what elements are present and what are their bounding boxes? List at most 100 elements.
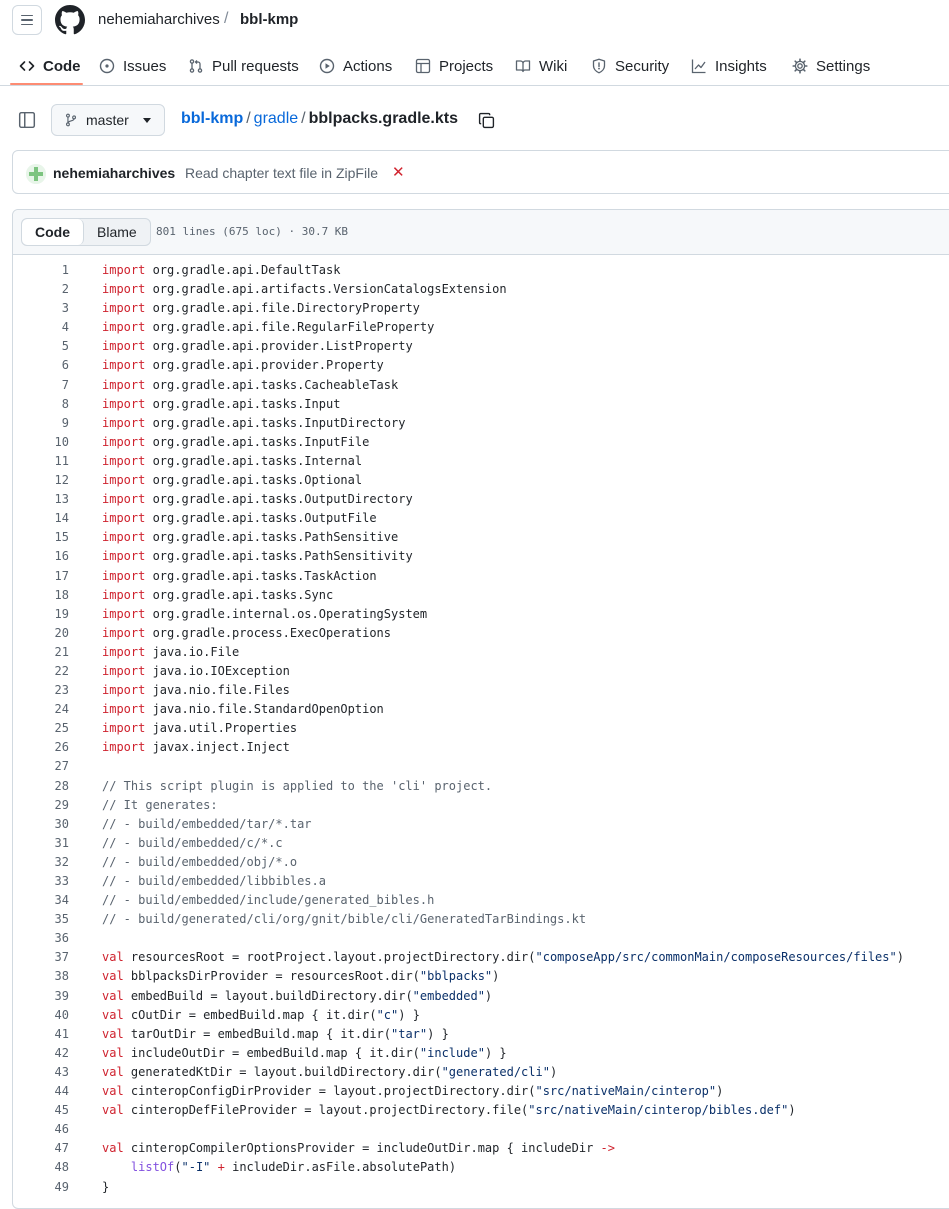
line-number[interactable]: 27 bbox=[13, 757, 69, 776]
line-number[interactable]: 43 bbox=[13, 1063, 69, 1082]
code-line: 14 import org.gradle.api.tasks.OutputFile bbox=[13, 509, 949, 528]
line-number[interactable]: 19 bbox=[13, 605, 69, 624]
line-content: import org.gradle.api.DefaultTask bbox=[102, 263, 341, 277]
tab-projects[interactable]: Projects bbox=[415, 46, 493, 86]
line-number[interactable]: 37 bbox=[13, 948, 69, 967]
line-content: listOf("-I" + includeDir.asFile.absolute… bbox=[130, 1160, 457, 1175]
tab-label: Code bbox=[43, 57, 81, 75]
line-number[interactable]: 29 bbox=[13, 796, 69, 815]
line-number[interactable]: 1 bbox=[13, 261, 69, 280]
avatar[interactable] bbox=[26, 164, 46, 184]
line-number[interactable]: 39 bbox=[13, 987, 69, 1006]
code-line: 43 val generatedKtDir = layout.buildDirec… bbox=[13, 1063, 949, 1082]
tab-code[interactable]: Code bbox=[19, 46, 81, 86]
line-number[interactable]: 15 bbox=[13, 528, 69, 547]
tab-pull-requests[interactable]: Pull requests bbox=[188, 46, 299, 86]
tab-insights[interactable]: Insights bbox=[691, 46, 767, 86]
line-number[interactable]: 33 bbox=[13, 872, 69, 891]
sidebar-expand-icon[interactable] bbox=[18, 111, 36, 129]
code-line: 13 import org.gradle.api.tasks.OutputDire… bbox=[13, 490, 949, 509]
line-content: val tarOutDir = embedBuild.map { it.dir(… bbox=[102, 1026, 449, 1041]
owner-link[interactable]: nehemiaharchives bbox=[98, 11, 220, 28]
line-number[interactable]: 45 bbox=[13, 1101, 69, 1120]
line-number[interactable]: 30 bbox=[13, 815, 69, 834]
path-separator: / bbox=[224, 10, 229, 27]
code-line: 19 import org.gradle.internal.os.Operatin… bbox=[13, 605, 949, 624]
line-number[interactable]: 17 bbox=[13, 567, 69, 586]
tab-label: Security bbox=[615, 57, 670, 75]
code-line: 31 // - build/embedded/c/*.c bbox=[13, 834, 949, 853]
tab-settings[interactable]: Settings bbox=[792, 46, 870, 86]
line-content: import org.gradle.internal.os.OperatingS… bbox=[102, 606, 428, 621]
line-number[interactable]: 25 bbox=[13, 719, 69, 738]
line-number[interactable]: 46 bbox=[13, 1120, 69, 1139]
line-number[interactable]: 14 bbox=[13, 509, 69, 528]
tab-actions[interactable]: Actions bbox=[319, 46, 392, 86]
tab-security[interactable]: Security bbox=[591, 46, 669, 86]
git-branch-icon bbox=[65, 113, 77, 127]
code-line: 44 val cinteropConfigDirProvider = layout… bbox=[13, 1082, 949, 1101]
line-number[interactable]: 3 bbox=[13, 299, 69, 318]
line-number[interactable]: 42 bbox=[13, 1044, 69, 1063]
line-number[interactable]: 11 bbox=[13, 452, 69, 471]
line-number[interactable]: 21 bbox=[13, 643, 69, 662]
line-number[interactable]: 18 bbox=[13, 586, 69, 605]
code-line: 34 // - build/embedded/include/generated_… bbox=[13, 891, 949, 910]
line-number[interactable]: 13 bbox=[13, 490, 69, 509]
line-number[interactable]: 26 bbox=[13, 738, 69, 757]
line-content: import org.gradle.api.file.RegularFilePr… bbox=[102, 320, 435, 335]
line-number[interactable]: 8 bbox=[13, 395, 69, 414]
line-number[interactable]: 47 bbox=[13, 1139, 69, 1158]
code-line: 49} bbox=[13, 1178, 949, 1197]
line-number[interactable]: 35 bbox=[13, 910, 69, 929]
code-listing[interactable]: 1 import org.gradle.api.DefaultTask 2 impor… bbox=[13, 261, 949, 1197]
line-number[interactable]: 31 bbox=[13, 834, 69, 853]
line-number[interactable]: 12 bbox=[13, 471, 69, 490]
line-number[interactable]: 16 bbox=[13, 547, 69, 566]
line-number[interactable]: 49 bbox=[13, 1178, 69, 1197]
line-content: // - build/embedded/obj/*.o bbox=[102, 854, 298, 869]
line-number[interactable]: 44 bbox=[13, 1082, 69, 1101]
line-number[interactable]: 38 bbox=[13, 967, 69, 986]
menu-button[interactable] bbox=[12, 5, 42, 35]
book-icon bbox=[515, 60, 531, 73]
line-number[interactable]: 6 bbox=[13, 356, 69, 375]
tab-label: Projects bbox=[439, 57, 494, 75]
github-logo-icon[interactable] bbox=[55, 5, 85, 35]
line-number[interactable]: 36 bbox=[13, 929, 69, 948]
line-number[interactable]: 10 bbox=[13, 433, 69, 452]
line-number[interactable]: 20 bbox=[13, 624, 69, 643]
line-number[interactable]: 5 bbox=[13, 337, 69, 356]
commit-status-failed-icon[interactable]: ✕ bbox=[392, 163, 405, 181]
line-number[interactable]: 7 bbox=[13, 376, 69, 395]
line-number[interactable]: 22 bbox=[13, 662, 69, 681]
line-number[interactable]: 28 bbox=[13, 777, 69, 796]
commit-author-link[interactable]: nehemiaharchives bbox=[53, 165, 175, 181]
code-view-button[interactable]: Code bbox=[22, 219, 84, 245]
line-number[interactable]: 32 bbox=[13, 853, 69, 872]
repo-name-link[interactable]: bbl-kmp bbox=[240, 11, 298, 28]
tab-label: Issues bbox=[123, 57, 167, 75]
line-number[interactable]: 40 bbox=[13, 1006, 69, 1025]
breadcrumb-repo-link[interactable]: bbl-kmp bbox=[181, 110, 243, 127]
git-pull-request-icon bbox=[189, 59, 203, 73]
tab-issues[interactable]: Issues bbox=[99, 46, 166, 86]
code-line: 8 import org.gradle.api.tasks.Input bbox=[13, 395, 949, 414]
line-number[interactable]: 24 bbox=[13, 700, 69, 719]
line-number[interactable]: 9 bbox=[13, 414, 69, 433]
line-number[interactable]: 48 bbox=[13, 1158, 69, 1177]
commit-message-link[interactable]: Read chapter text file in ZipFile bbox=[185, 165, 378, 181]
line-number[interactable]: 4 bbox=[13, 318, 69, 337]
branch-selector-button[interactable]: master bbox=[51, 104, 165, 136]
line-number[interactable]: 2 bbox=[13, 280, 69, 299]
code-line: 25 import java.util.Properties bbox=[13, 719, 949, 738]
code-line: 35 // - build/generated/cli/org/gnit/bibl… bbox=[13, 910, 949, 929]
line-number[interactable]: 34 bbox=[13, 891, 69, 910]
line-number[interactable]: 41 bbox=[13, 1025, 69, 1044]
blame-view-button[interactable]: Blame bbox=[84, 219, 150, 245]
copy-path-icon[interactable] bbox=[478, 112, 495, 129]
tab-wiki[interactable]: Wiki bbox=[515, 46, 567, 86]
line-number[interactable]: 23 bbox=[13, 681, 69, 700]
breadcrumb-dir-link[interactable]: gradle bbox=[254, 110, 298, 127]
code-line: 46 bbox=[13, 1120, 949, 1139]
